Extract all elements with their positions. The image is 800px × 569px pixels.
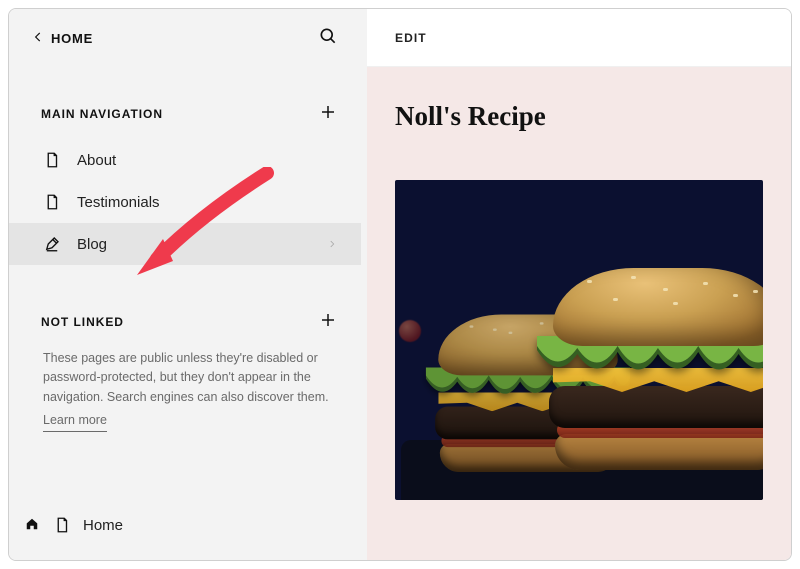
- nav-item-label: About: [77, 152, 116, 169]
- chevron-right-icon: [325, 237, 339, 251]
- page-title: Noll's Recipe: [395, 101, 763, 132]
- preview-pane: EDIT Noll's Recipe: [361, 9, 791, 560]
- add-page-button[interactable]: [317, 103, 339, 125]
- hero-image: [395, 180, 763, 500]
- add-not-linked-button[interactable]: [317, 311, 339, 333]
- nav-item-about[interactable]: About: [9, 139, 361, 181]
- preview-toolbar: EDIT: [367, 9, 791, 67]
- blog-icon: [43, 235, 61, 253]
- nav-item-testimonials[interactable]: Testimonials: [9, 181, 361, 223]
- search-button[interactable]: [317, 27, 339, 49]
- nav-item-label: Testimonials: [77, 194, 160, 211]
- not-linked-desc-text: These pages are public unless they're di…: [43, 351, 329, 404]
- chevron-left-icon: [31, 30, 45, 47]
- breadcrumb-label: HOME: [51, 31, 93, 46]
- page-canvas[interactable]: Noll's Recipe: [367, 67, 791, 560]
- edit-button[interactable]: EDIT: [395, 31, 427, 45]
- nav-item-label: Blog: [77, 236, 107, 253]
- home-item-label: Home: [83, 517, 123, 534]
- learn-more-link[interactable]: Learn more: [43, 411, 107, 431]
- nav-list: About Testimonials Blog: [9, 139, 361, 265]
- plus-icon: [319, 311, 337, 334]
- section-label-not-linked: NOT LINKED: [41, 315, 124, 329]
- page-icon: [53, 516, 71, 534]
- section-not-linked: NOT LINKED: [9, 311, 361, 337]
- nav-item-blog[interactable]: Blog: [9, 223, 361, 265]
- sidebar: HOME MAIN NAVIGATION: [9, 9, 361, 560]
- page-icon: [43, 193, 61, 211]
- search-icon: [318, 26, 338, 51]
- not-linked-item-home[interactable]: Home: [9, 500, 361, 560]
- page-icon: [43, 151, 61, 169]
- plus-icon: [319, 103, 337, 126]
- home-icon: [25, 517, 41, 533]
- section-main-navigation: MAIN NAVIGATION: [9, 103, 361, 129]
- not-linked-description: These pages are public unless they're di…: [9, 337, 361, 432]
- breadcrumb[interactable]: HOME: [31, 30, 93, 47]
- sidebar-header: HOME: [9, 9, 361, 65]
- section-label-main-nav: MAIN NAVIGATION: [41, 107, 163, 121]
